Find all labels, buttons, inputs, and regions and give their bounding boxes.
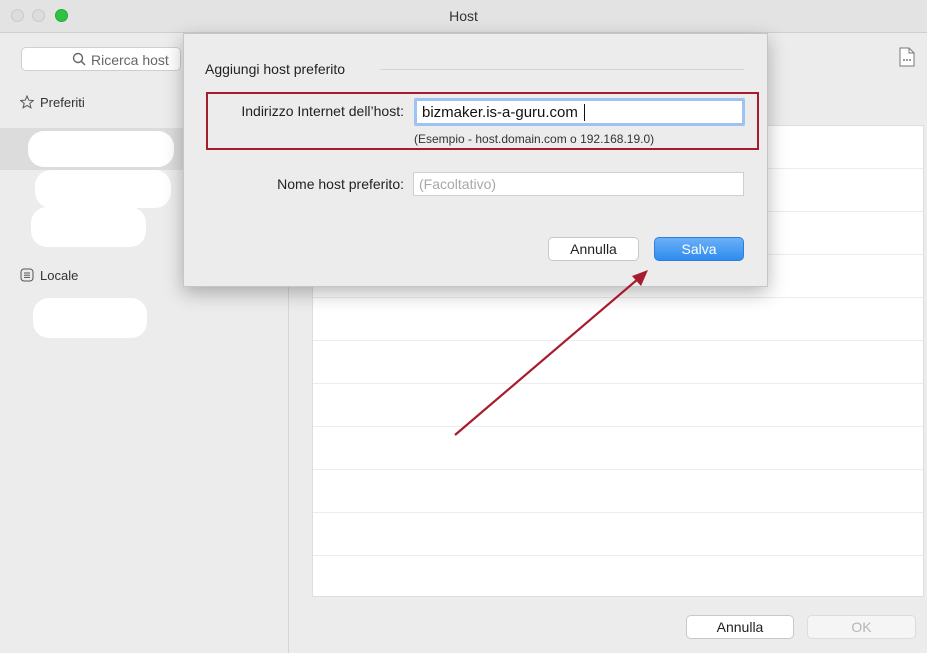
redacted-host-1 [28, 131, 174, 167]
main-cancel-button[interactable]: Annulla [686, 615, 794, 639]
local-label: Locale [40, 268, 79, 283]
list-row [313, 298, 923, 341]
name-label: Nome host preferito: [277, 176, 404, 192]
search-placeholder: Ricerca host [91, 52, 169, 68]
dialog-title-divider [380, 69, 744, 70]
list-row [313, 470, 923, 513]
favorite-name-input[interactable]: (Facoltativo) [413, 172, 744, 196]
add-favorite-host-dialog: Aggiungi host preferito Indirizzo Intern… [183, 33, 768, 287]
ok-button[interactable]: OK [807, 615, 916, 639]
address-value: bizmaker.is-a-guru.com [422, 104, 578, 121]
name-placeholder: (Facoltativo) [419, 176, 497, 192]
list-row [313, 427, 923, 470]
text-caret [584, 104, 585, 121]
address-input[interactable]: bizmaker.is-a-guru.com [414, 98, 745, 126]
title-bar: Host [0, 0, 927, 33]
list-row [313, 341, 923, 384]
document-icon[interactable] [899, 47, 915, 67]
search-icon [72, 52, 86, 66]
address-hint: (Esempio - host.domain.com o 192.168.19.… [414, 132, 655, 146]
section-favorites[interactable]: Preferiti [20, 95, 85, 110]
window-title: Host [449, 8, 478, 24]
redacted-host-2 [35, 170, 171, 208]
save-button[interactable]: Salva [654, 237, 744, 261]
search-input[interactable]: Ricerca host [21, 47, 181, 71]
redacted-local-host [33, 298, 147, 338]
list-row [313, 513, 923, 556]
list-icon [20, 268, 34, 282]
dialog-title: Aggiungi host preferito [205, 61, 346, 77]
dialog-cancel-button[interactable]: Annulla [548, 237, 639, 261]
redacted-host-3 [31, 207, 146, 247]
address-label: Indirizzo Internet dell’host: [241, 103, 404, 119]
section-local[interactable]: Locale [20, 268, 78, 283]
favorites-label: Preferiti [40, 95, 85, 110]
list-row [313, 384, 923, 427]
star-icon [20, 95, 34, 109]
